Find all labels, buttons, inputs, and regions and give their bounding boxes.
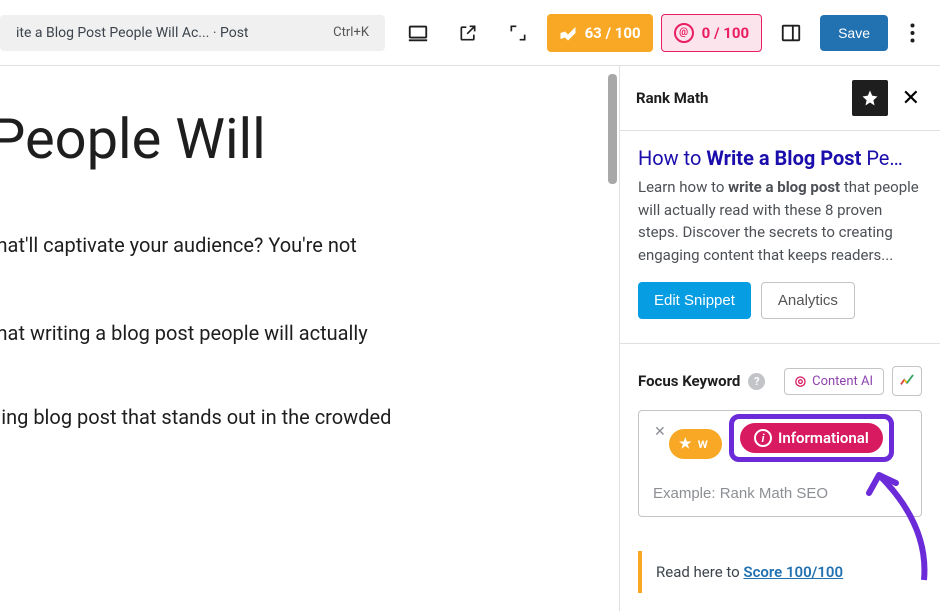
keyword-input[interactable] [651,481,909,506]
info-icon: i [754,429,772,447]
expand-icon[interactable] [497,12,539,54]
intent-chip[interactable]: i Informational [740,423,883,453]
editor-canvas[interactable]: People Will that'll captivate your audie… [0,66,619,611]
save-button[interactable]: Save [820,15,888,51]
primary-keyword-chip[interactable]: ★ w [669,429,722,459]
trends-button[interactable] [892,366,922,396]
post-title-text: ite a Blog Post People Will Ac... · Post [16,25,249,41]
device-preview-icon[interactable] [397,12,439,54]
sidebar-header: Rank Math ✕ [620,66,940,131]
serp-preview: How to Write a Blog Post Pe… Learn how t… [620,131,940,333]
scrollbar-thumb[interactable] [608,74,617,184]
paragraph-3[interactable]: ging blog post that stands out in the cr… [0,401,619,433]
sidebar-toggle-icon[interactable] [770,12,812,54]
analytics-button[interactable]: Analytics [761,282,855,319]
serp-description: Learn how to write a blog post that peop… [638,176,922,266]
help-icon[interactable]: ? [748,373,765,390]
score-hint-banner: Read here to Score 100/100 [638,551,922,593]
seo-score-badge[interactable]: 63 / 100 [547,14,653,52]
paragraph-2[interactable]: that writing a blog post people will act… [0,317,619,349]
star-button[interactable] [852,80,888,116]
ai-score-value: 0 / 100 [702,24,749,42]
edit-snippet-button[interactable]: Edit Snippet [638,282,751,319]
post-title-command[interactable]: ite a Blog Post People Will Ac... · Post… [0,15,385,51]
keyword-chip-row: ✕ ★ w i Informational [651,421,909,467]
focus-keyword-input-box[interactable]: ✕ ★ w i Informational [638,410,922,517]
star-mini-icon: ★ [679,436,692,452]
focus-keyword-header: Focus Keyword ? ◎ Content AI [638,366,922,396]
seo-score-value: 63 / 100 [585,24,641,42]
post-title-heading[interactable]: People Will [0,106,619,173]
close-icon[interactable]: ✕ [898,82,924,115]
ai-ring-icon: @ [674,23,694,43]
remove-keyword-icon[interactable]: ✕ [654,424,666,440]
focus-keyword-section: Focus Keyword ? ◎ Content AI ✕ ★ w [620,343,940,531]
paragraph-1[interactable]: that'll captivate your audience? You're … [0,229,619,261]
serp-title: How to Write a Blog Post Pe… [638,145,922,172]
editor-toolbar: ite a Blog Post People Will Ac... · Post… [0,0,940,65]
more-options-icon[interactable] [896,23,928,43]
sidebar-title: Rank Math [636,89,842,107]
keyboard-shortcut: Ctrl+K [333,25,369,40]
ai-score-badge[interactable]: @ 0 / 100 [661,14,762,52]
rank-math-sidebar: Rank Math ✕ How to Write a Blog Post Pe…… [619,66,940,611]
external-link-icon[interactable] [447,12,489,54]
intent-highlight-box: i Informational [729,414,894,462]
score-hint-link[interactable]: Score 100/100 [743,563,843,581]
main-area: People Will that'll captivate your audie… [0,66,940,611]
preview-actions: Edit Snippet Analytics [638,282,922,319]
focus-keyword-label: Focus Keyword [638,372,740,390]
content-ai-button[interactable]: ◎ Content AI [784,368,884,395]
